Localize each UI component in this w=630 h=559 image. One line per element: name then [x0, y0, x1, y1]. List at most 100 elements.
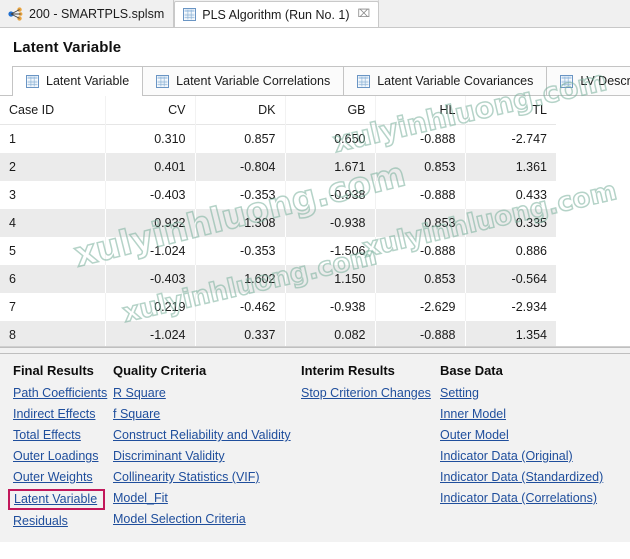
cell-gb: 1.671: [285, 153, 376, 181]
link-outer-loadings[interactable]: Outer Loadings: [13, 449, 98, 463]
cell-cv: -0.403: [105, 265, 196, 293]
cell-tl: -2.934: [511, 300, 547, 314]
panel-splitter[interactable]: [0, 347, 630, 354]
editor-tab-pls-algorithm-label: PLS Algorithm (Run No. 1): [202, 7, 350, 22]
link-construct-reliability-and-validity[interactable]: Construct Reliability and Validity: [113, 428, 291, 442]
link-group-title: Final Results: [13, 363, 94, 378]
result-tab-bar: Latent Variable Latent Variable Correlat…: [0, 66, 630, 96]
results-link-panel: Final Results Path Coefficients Indirect…: [0, 354, 630, 542]
tab-lv-descriptives[interactable]: LV Descriptives: [547, 66, 630, 95]
cell-hl: -0.888: [375, 321, 466, 346]
cell-cv: -1.024: [105, 237, 196, 265]
table-header: Case ID CV DK GB HL TL: [0, 96, 556, 125]
link-latent-variable[interactable]: Latent Variable: [8, 489, 106, 510]
cell-case-id: 8: [0, 321, 106, 346]
cell-hl: 0.853: [375, 153, 466, 181]
table-row[interactable]: 8 -1.024 0.337 0.082 -0.888 1.354: [0, 321, 556, 346]
column-header-gb[interactable]: GB: [285, 96, 376, 125]
link-outer-weights[interactable]: Outer Weights: [13, 470, 93, 484]
link-group-title: Quality Criteria: [113, 363, 207, 378]
cell-dk: 1.602: [195, 265, 286, 293]
editor-tab-pls-algorithm[interactable]: PLS Algorithm (Run No. 1) ⌧: [174, 1, 380, 27]
link-group-title: Base Data: [440, 363, 503, 378]
close-icon[interactable]: ⌧: [358, 9, 371, 20]
project-icon: [8, 6, 23, 21]
cell-case-id: 5: [0, 237, 106, 265]
cell-hl: -0.888: [375, 124, 466, 153]
table-row[interactable]: 2 0.401 -0.804 1.671 0.853 1.361: [0, 153, 556, 181]
cell-dk: 0.857: [195, 124, 286, 153]
editor-tab-strip-filler: [378, 0, 630, 27]
table-row[interactable]: 7 0.219 -0.462 -0.938 -2.629 -2.934: [0, 293, 556, 321]
link-total-effects[interactable]: Total Effects: [13, 428, 81, 442]
cell-case-id: 2: [0, 153, 106, 181]
cell-tl: 0.886: [515, 244, 547, 258]
table-icon: [560, 74, 574, 88]
editor-tab-project[interactable]: 200 - SMARTPLS.splsm: [0, 0, 175, 27]
cell-case-id: 6: [0, 265, 106, 293]
link-f-square[interactable]: f Square: [113, 407, 160, 421]
column-header-dk[interactable]: DK: [195, 96, 286, 125]
table-row[interactable]: 1 0.310 0.857 0.650 -0.888 -2.747: [0, 124, 556, 153]
cell-tl: 1.361: [515, 160, 547, 174]
cell-gb: -0.938: [285, 209, 376, 237]
link-stop-criterion-changes[interactable]: Stop Criterion Changes: [301, 386, 431, 400]
cell-dk: 0.337: [195, 321, 286, 346]
cell-cv: -0.403: [105, 181, 196, 209]
cell-dk: -0.353: [195, 237, 286, 265]
cell-dk: -0.462: [195, 293, 286, 321]
tab-latent-variable-correlations[interactable]: Latent Variable Correlations: [143, 66, 345, 95]
cell-cv: 0.932: [105, 209, 196, 237]
link-model-selection-criteria[interactable]: Model Selection Criteria: [113, 512, 246, 526]
link-outer-model[interactable]: Outer Model: [440, 428, 509, 442]
link-indirect-effects[interactable]: Indirect Effects: [13, 407, 95, 421]
table-row[interactable]: 5 -1.024 -0.353 -1.506 -0.888 0.886: [0, 237, 556, 265]
table-row[interactable]: 6 -0.403 1.602 1.150 0.853 -0.564: [0, 265, 556, 293]
cell-hl: 0.853: [375, 209, 466, 237]
cell-cv: 0.401: [105, 153, 196, 181]
cell-dk: 1.308: [195, 209, 286, 237]
link-group-base-data: Base Data Setting Inner Model Outer Mode…: [440, 363, 603, 512]
table-row[interactable]: 4 0.932 1.308 -0.938 0.853 0.335: [0, 209, 556, 237]
cell-case-id: 1: [0, 124, 106, 153]
link-model-fit[interactable]: Model_Fit: [113, 491, 168, 505]
tab-latent-variable-correlations-label: Latent Variable Correlations: [176, 74, 331, 88]
tab-lv-descriptives-label: LV Descriptives: [580, 74, 630, 88]
link-discriminant-validity[interactable]: Discriminant Validity: [113, 449, 225, 463]
link-path-coefficients[interactable]: Path Coefficients: [13, 386, 107, 400]
cell-hl: 0.853: [375, 265, 466, 293]
cell-gb: 0.082: [285, 321, 376, 346]
tab-latent-variable[interactable]: Latent Variable: [12, 66, 144, 96]
cell-case-id: 7: [0, 293, 106, 321]
column-header-case-id[interactable]: Case ID: [0, 96, 106, 125]
table-row[interactable]: 3 -0.403 -0.353 -0.938 -0.888 0.433: [0, 181, 556, 209]
link-r-square[interactable]: R Square: [113, 386, 166, 400]
column-header-tl[interactable]: TL: [465, 96, 556, 125]
column-header-cv[interactable]: CV: [105, 96, 196, 125]
link-indicator-data-original[interactable]: Indicator Data (Original): [440, 449, 573, 463]
link-collinearity-statistics-vif[interactable]: Collinearity Statistics (VIF): [113, 470, 260, 484]
column-header-hl[interactable]: HL: [375, 96, 466, 125]
cell-hl: -2.629: [375, 293, 466, 321]
tab-latent-variable-covariances[interactable]: Latent Variable Covariances: [344, 66, 548, 95]
latent-variable-table-container[interactable]: Case ID CV DK GB HL TL 1 0.310 0.857 0.6…: [0, 96, 630, 347]
cell-tl: -0.564: [511, 272, 547, 286]
link-group-quality-criteria: Quality Criteria R Square f Square Const…: [113, 363, 291, 533]
link-residuals[interactable]: Residuals: [13, 514, 68, 528]
tab-latent-variable-label: Latent Variable: [46, 74, 130, 88]
cell-cv: -1.024: [105, 321, 196, 346]
link-setting[interactable]: Setting: [440, 386, 479, 400]
cell-hl: -0.888: [375, 181, 466, 209]
cell-tl: 0.433: [515, 188, 547, 202]
editor-tab-strip: 200 - SMARTPLS.splsm PLS Algorithm (Run …: [0, 0, 630, 28]
table-icon: [183, 8, 197, 21]
link-indicator-data-standardized[interactable]: Indicator Data (Standardized): [440, 470, 603, 484]
link-inner-model[interactable]: Inner Model: [440, 407, 506, 421]
editor-tab-project-label: 200 - SMARTPLS.splsm: [29, 6, 165, 21]
link-group-interim-results: Interim Results Stop Criterion Changes: [301, 363, 431, 407]
table-header-row: Case ID CV DK GB HL TL: [0, 96, 556, 125]
cell-case-id: 3: [0, 181, 106, 209]
cell-dk: -0.353: [195, 181, 286, 209]
link-indicator-data-correlations[interactable]: Indicator Data (Correlations): [440, 491, 597, 505]
tab-latent-variable-covariances-label: Latent Variable Covariances: [377, 74, 534, 88]
